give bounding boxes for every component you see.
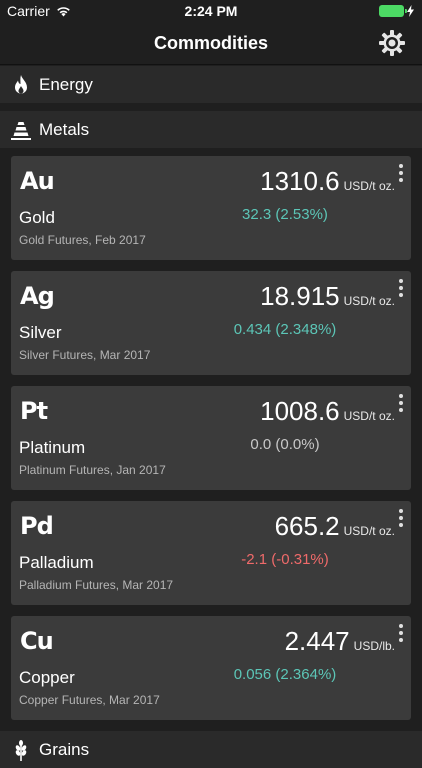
commodity-symbol: Cu bbox=[20, 627, 54, 655]
contract-description: Platinum Futures, Jan 2017 bbox=[19, 463, 166, 477]
commodity-symbol: Pt bbox=[20, 397, 48, 425]
battery-icon bbox=[379, 5, 407, 17]
price-group: 1310.6 USD/t oz. bbox=[260, 166, 395, 197]
status-right bbox=[379, 5, 414, 17]
more-vertical-icon[interactable] bbox=[398, 279, 404, 297]
price-group: 1008.6 USD/t oz. bbox=[260, 396, 395, 427]
commodity-price: 18.915 bbox=[260, 281, 340, 311]
navigation-bar: Commodities bbox=[0, 22, 422, 65]
price-change: 0.0 (0.0%) bbox=[250, 436, 320, 453]
contract-description: Gold Futures, Feb 2017 bbox=[19, 233, 146, 247]
commodity-card-silver[interactable]: Ag 18.915 USD/t oz. Silver 0.434 (2.348%… bbox=[11, 271, 411, 375]
page-title: Commodities bbox=[153, 33, 268, 53]
price-unit: USD/t oz. bbox=[343, 179, 395, 193]
contract-description: Palladium Futures, Mar 2017 bbox=[19, 578, 174, 592]
price-unit: USD/t oz. bbox=[343, 524, 395, 538]
commodity-price: 665.2 bbox=[274, 511, 340, 541]
price-change: -2.1 (-0.31%) bbox=[241, 551, 329, 568]
price-unit: USD/lb. bbox=[353, 639, 395, 653]
more-vertical-icon[interactable] bbox=[398, 164, 404, 182]
price-group: 665.2 USD/t oz. bbox=[275, 511, 395, 542]
price-change: 0.056 (2.364%) bbox=[233, 666, 337, 683]
more-vertical-icon[interactable] bbox=[398, 509, 404, 527]
charging-bolt-icon bbox=[407, 5, 414, 17]
commodity-name: Palladium bbox=[19, 553, 94, 572]
flame-icon bbox=[15, 74, 27, 93]
contract-description: Copper Futures, Mar 2017 bbox=[19, 693, 160, 707]
section-header-energy[interactable]: Energy bbox=[0, 66, 422, 103]
price-group: 18.915 USD/t oz. bbox=[260, 281, 395, 312]
commodity-card-platinum[interactable]: Pt 1008.6 USD/t oz. Platinum 0.0 (0.0%) … bbox=[11, 386, 411, 490]
commodity-name: Silver bbox=[19, 323, 62, 342]
commodity-card-copper[interactable]: Cu 2.447 USD/lb. Copper 0.056 (2.364%) C… bbox=[11, 616, 411, 720]
more-vertical-icon[interactable] bbox=[398, 394, 404, 412]
status-bar: Carrier 2:24 PM bbox=[0, 0, 422, 22]
status-time: 2:24 PM bbox=[184, 3, 238, 19]
commodity-price: 1310.6 bbox=[260, 166, 340, 196]
commodity-price: 1008.6 bbox=[260, 396, 340, 426]
commodity-name: Copper bbox=[19, 668, 75, 687]
section-header-metals[interactable]: Metals bbox=[0, 111, 422, 148]
price-change: 0.434 (2.348%) bbox=[233, 321, 337, 338]
commodity-name: Gold bbox=[19, 208, 55, 227]
contract-description: Silver Futures, Mar 2017 bbox=[19, 348, 151, 362]
commodity-symbol: Au bbox=[20, 167, 55, 195]
commodity-card-gold[interactable]: Au 1310.6 USD/t oz. Gold 32.3 (2.53%) Go… bbox=[11, 156, 411, 260]
more-vertical-icon[interactable] bbox=[398, 624, 404, 642]
price-unit: USD/t oz. bbox=[343, 409, 395, 423]
commodity-symbol: Ag bbox=[20, 282, 55, 310]
section-label: Metals bbox=[39, 119, 90, 139]
gear-icon[interactable] bbox=[378, 29, 406, 57]
commodity-symbol: Pd bbox=[20, 512, 54, 540]
price-unit: USD/t oz. bbox=[343, 294, 395, 308]
price-group: 2.447 USD/lb. bbox=[285, 626, 395, 657]
commodity-price: 2.447 bbox=[284, 626, 350, 656]
section-label: Energy bbox=[39, 74, 93, 94]
price-change: 32.3 (2.53%) bbox=[242, 206, 328, 223]
commodity-card-palladium[interactable]: Pd 665.2 USD/t oz. Palladium -2.1 (-0.31… bbox=[11, 501, 411, 605]
ingot-stack-icon bbox=[11, 121, 31, 140]
commodity-name: Platinum bbox=[19, 438, 86, 457]
